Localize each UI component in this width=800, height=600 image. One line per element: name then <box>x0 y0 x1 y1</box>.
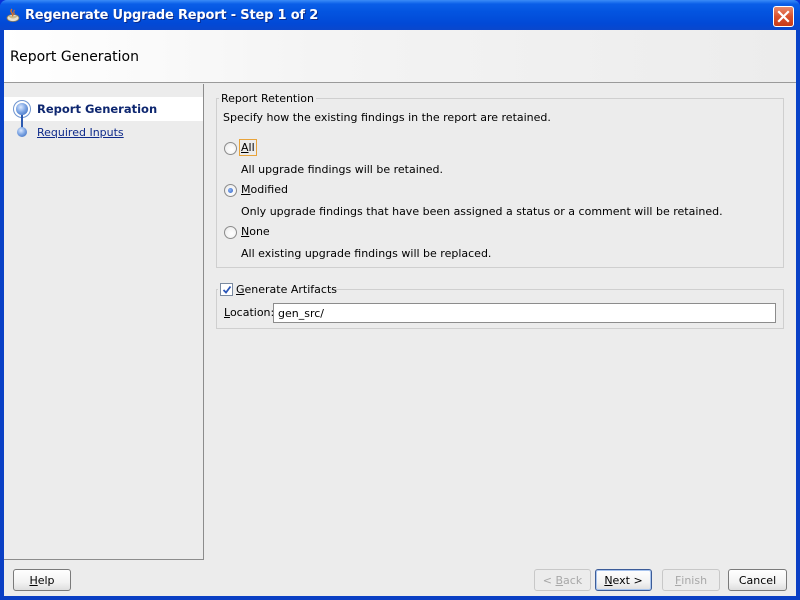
radio-all-description: All upgrade findings will be retained. <box>241 163 443 176</box>
radio-none-label[interactable]: None <box>241 225 270 238</box>
generate-artifacts-checkbox[interactable] <box>220 283 233 296</box>
step-bullet-icon <box>17 127 27 137</box>
label-rest: one <box>249 225 270 238</box>
label-rest: ll <box>248 141 255 154</box>
location-label: Location: <box>224 306 274 319</box>
checkmark-icon <box>222 285 232 294</box>
label-rest: ack <box>563 573 583 587</box>
page-title: Report Generation <box>10 49 139 65</box>
label-rest: enerate Artifacts <box>244 283 337 296</box>
mnemonic: N <box>604 573 613 587</box>
window-title: Regenerate Upgrade Report - Step 1 of 2 <box>25 8 319 23</box>
radio-modified-description: Only upgrade findings that have been ass… <box>241 205 723 218</box>
generate-artifacts-label[interactable]: Generate Artifacts <box>236 283 337 296</box>
nav-step-label: Report Generation <box>37 102 158 116</box>
radio-all[interactable] <box>224 142 237 155</box>
nav-step-report-generation[interactable]: Report Generation <box>4 97 203 121</box>
cancel-button[interactable]: Cancel <box>728 569 787 591</box>
mnemonic: H <box>29 573 38 587</box>
mnemonic: B <box>555 573 564 587</box>
mnemonic: M <box>241 183 251 196</box>
step-bullet-icon <box>16 103 28 115</box>
radio-none-description: All existing upgrade findings will be re… <box>241 247 492 260</box>
radio-all-label[interactable]: All <box>239 139 257 156</box>
help-button[interactable]: Help <box>13 569 71 591</box>
dialog-window: Regenerate Upgrade Report - Step 1 of 2 … <box>0 0 800 600</box>
page-header: Report Generation <box>4 30 796 83</box>
radio-modified[interactable] <box>224 184 237 197</box>
close-icon <box>777 10 790 23</box>
dialog-client-area: Report Generation Report Generation Requ… <box>4 30 796 596</box>
back-button[interactable]: < Back <box>534 569 591 591</box>
mnemonic: N <box>241 225 250 238</box>
label-rest: ocation: <box>229 306 275 319</box>
next-button[interactable]: Next > <box>595 569 652 591</box>
label-prefix: < <box>542 573 556 587</box>
label-rest: elp <box>37 573 55 587</box>
java-cup-icon <box>5 7 21 23</box>
label-rest: ext > <box>612 573 643 587</box>
mnemonic: A <box>241 141 249 154</box>
title-bar[interactable]: Regenerate Upgrade Report - Step 1 of 2 <box>0 0 800 30</box>
wizard-step-nav: Report Generation Required Inputs <box>4 84 204 560</box>
radio-none[interactable] <box>224 226 237 239</box>
label-rest: odified <box>250 183 288 196</box>
report-retention-description: Specify how the existing findings in the… <box>223 111 551 124</box>
generate-artifacts-header[interactable]: Generate Artifacts <box>218 282 337 296</box>
location-input[interactable] <box>273 303 776 323</box>
report-retention-title: Report Retention <box>219 92 317 105</box>
radio-modified-label[interactable]: Modified <box>241 183 288 196</box>
nav-step-link[interactable]: Required Inputs <box>37 126 124 139</box>
close-button[interactable] <box>773 6 794 27</box>
finish-button[interactable]: Finish <box>662 569 720 591</box>
nav-step-required-inputs[interactable]: Required Inputs <box>4 121 203 145</box>
label-rest: inish <box>681 573 708 587</box>
mnemonic: G <box>236 283 245 296</box>
